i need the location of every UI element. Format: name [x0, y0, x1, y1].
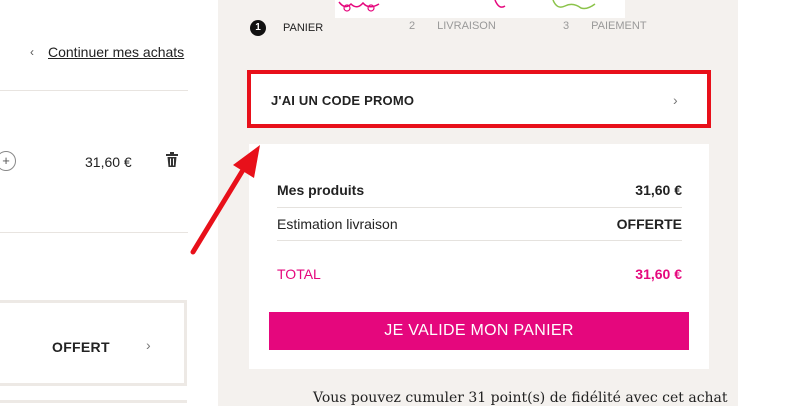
step-panier: 1 PANIER	[250, 20, 323, 36]
order-summary: Mes produits 31,60 € Estimation livraiso…	[249, 144, 709, 369]
page-margin	[738, 0, 785, 406]
divider	[277, 207, 682, 208]
promo-code-toggle[interactable]: J'AI UN CODE PROMO ›	[247, 70, 711, 128]
trash-icon[interactable]	[165, 152, 179, 168]
shipping-estimate-label: Estimation livraison	[277, 216, 398, 232]
summary-shipping-row: Estimation livraison OFFERTE	[277, 216, 682, 232]
step-number-badge: 1	[250, 20, 266, 36]
next-option-box	[0, 400, 187, 413]
summary-total-row: TOTAL 31,60 €	[277, 266, 682, 282]
step-number: 2	[409, 20, 416, 32]
chevron-right-icon: ›	[146, 337, 151, 353]
shipping-option[interactable]: OFFERT ›	[0, 300, 187, 386]
logo-strip	[335, 0, 625, 18]
divider	[0, 90, 188, 91]
products-value: 31,60 €	[635, 182, 682, 198]
logo-fragment-icon	[338, 0, 596, 12]
chevron-right-icon: ›	[673, 92, 678, 108]
summary-products-row: Mes produits 31,60 €	[277, 182, 682, 198]
step-number: 3	[563, 20, 570, 32]
total-value: 31,60 €	[635, 266, 682, 282]
shipping-estimate-value: OFFERTE	[616, 216, 682, 232]
item-price: 31,60 €	[85, 154, 132, 170]
validate-cart-button[interactable]: JE VALIDE MON PANIER	[269, 312, 689, 350]
total-label: TOTAL	[277, 266, 321, 282]
cart-items-panel: ‹ Continuer mes achats + 31,60 € OFFERT …	[0, 0, 218, 406]
promo-code-label: J'AI UN CODE PROMO	[271, 93, 415, 108]
continue-shopping-label: Continuer mes achats	[48, 44, 185, 60]
continue-shopping-link[interactable]: ‹ Continuer mes achats	[30, 44, 184, 60]
plus-circle-icon[interactable]: +	[0, 151, 16, 171]
step-label: PANIER	[283, 22, 324, 34]
loyalty-points-text: Vous pouvez cumuler 31 point(s) de fidél…	[313, 390, 728, 406]
step-livraison: 2 LIVRAISON	[409, 20, 496, 32]
divider	[277, 240, 682, 241]
divider	[0, 232, 188, 233]
step-label: LIVRAISON	[437, 20, 496, 32]
step-label: PAIEMENT	[591, 20, 647, 32]
step-paiement: 3 PAIEMENT	[563, 20, 647, 32]
shipping-label: OFFERT	[52, 339, 110, 355]
chevron-left-icon: ‹	[30, 45, 34, 59]
products-label: Mes produits	[277, 182, 365, 198]
